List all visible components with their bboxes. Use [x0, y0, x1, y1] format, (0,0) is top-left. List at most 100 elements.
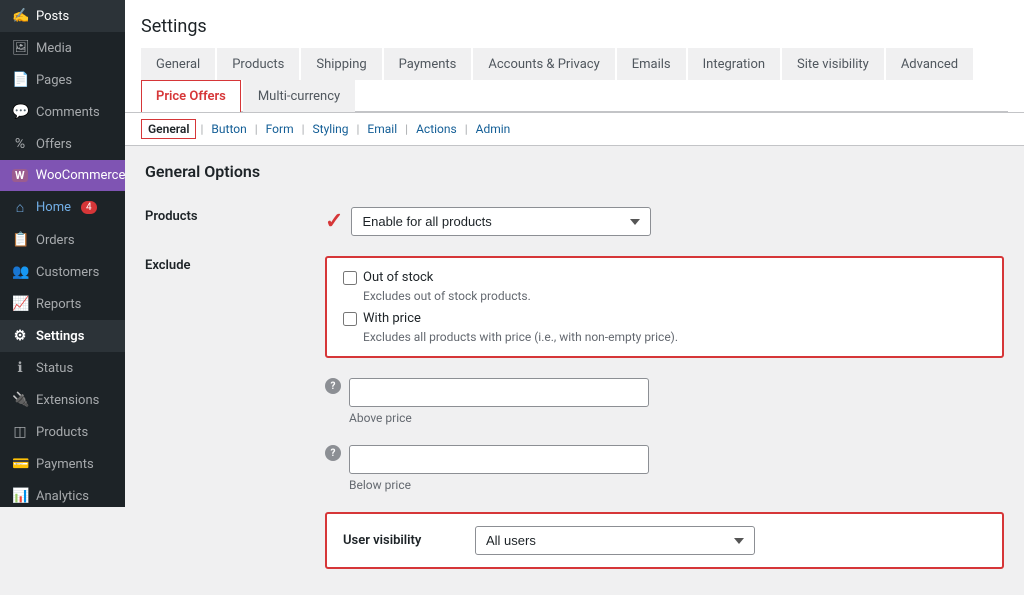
sidebar-item-comments[interactable]: 💬 Comments: [0, 96, 125, 128]
sidebar-item-label: Customers: [36, 265, 99, 280]
with-price-checkbox[interactable]: [343, 312, 357, 326]
sub-tab-actions[interactable]: Actions: [412, 120, 461, 138]
above-price-help-icon[interactable]: ?: [325, 378, 341, 394]
user-visibility-row: User visibility All users Logged in user…: [145, 502, 1004, 579]
sidebar-item-status[interactable]: ℹ Status: [0, 352, 125, 384]
sidebar-item-label: Extensions: [36, 393, 99, 408]
below-price-help-icon[interactable]: ?: [325, 445, 341, 461]
tab-products[interactable]: Products: [217, 48, 299, 80]
above-price-input[interactable]: [349, 378, 649, 407]
user-visibility-box: User visibility All users Logged in user…: [325, 512, 1004, 569]
tab-accounts-privacy[interactable]: Accounts & Privacy: [473, 48, 614, 80]
products-icon: ◫: [12, 424, 28, 440]
exclude-out-of-stock: Out of stock Excludes out of stock produ…: [343, 270, 986, 303]
sidebar-item-woocommerce[interactable]: W WooCommerce: [0, 160, 125, 191]
sidebar-item-customers[interactable]: 👥 Customers: [0, 256, 125, 288]
below-price-field: ? Below price: [325, 445, 1004, 492]
sidebar-item-label: Settings: [36, 329, 84, 344]
products-field-value: ✓ Enable for all products Disable for al…: [325, 207, 1004, 236]
woocommerce-icon: W: [12, 169, 28, 182]
out-of-stock-label[interactable]: Out of stock: [343, 270, 986, 285]
sidebar-item-analytics[interactable]: 📊 Analytics: [0, 480, 125, 507]
sidebar-item-label: Posts: [36, 9, 69, 24]
tab-advanced[interactable]: Advanced: [886, 48, 973, 80]
sidebar-item-media[interactable]: 🖼 Media: [0, 32, 125, 64]
sidebar-item-label: WooCommerce: [36, 168, 125, 183]
out-of-stock-description: Excludes out of stock products.: [343, 289, 986, 303]
checkmark-icon: ✓: [325, 209, 343, 234]
sidebar-item-settings[interactable]: ⚙ Settings: [0, 320, 125, 352]
sidebar-item-label: Media: [36, 41, 72, 56]
sidebar-item-posts[interactable]: ✍ Posts: [0, 0, 125, 32]
sidebar-item-payments[interactable]: 💳 Payments: [0, 448, 125, 480]
media-icon: 🖼: [12, 40, 28, 56]
tab-integration[interactable]: Integration: [688, 48, 780, 80]
tab-payments[interactable]: Payments: [384, 48, 472, 80]
tab-site-visibility[interactable]: Site visibility: [782, 48, 884, 80]
sub-tab-email[interactable]: Email: [363, 120, 401, 138]
sidebar-item-pages[interactable]: 📄 Pages: [0, 64, 125, 96]
tab-multi-currency[interactable]: Multi-currency: [243, 80, 355, 112]
sidebar-item-reports[interactable]: 📈 Reports: [0, 288, 125, 320]
separator-3: |: [302, 122, 305, 136]
below-price-input[interactable]: [349, 445, 649, 474]
comments-icon: 💬: [12, 104, 28, 120]
products-row: Products ✓ Enable for all products Disab…: [145, 197, 1004, 246]
below-price-spacer: [145, 435, 325, 502]
sidebar-item-label: Reports: [36, 297, 81, 312]
section-title: General Options: [145, 162, 1004, 181]
exclude-row: Exclude Out of stock Excludes out of sto…: [145, 246, 1004, 368]
settings-header: Settings General Products Shipping Payme…: [125, 0, 1024, 113]
orders-icon: 📋: [12, 232, 28, 248]
sidebar-item-label: Analytics: [36, 489, 89, 504]
tab-general[interactable]: General: [141, 48, 215, 80]
sidebar-item-label: Payments: [36, 457, 94, 472]
above-price-field: ? Above price: [325, 378, 1004, 425]
main-tab-nav: General Products Shipping Payments Accou…: [141, 47, 1008, 112]
sidebar-item-extensions[interactable]: 🔌 Extensions: [0, 384, 125, 416]
sub-tab-form[interactable]: Form: [262, 120, 298, 138]
sub-tab-styling[interactable]: Styling: [309, 120, 353, 138]
reports-icon: 📈: [12, 296, 28, 312]
sub-tab-admin[interactable]: Admin: [472, 120, 515, 138]
below-price-input-group: Below price: [349, 445, 649, 492]
pages-icon: 📄: [12, 72, 28, 88]
out-of-stock-text: Out of stock: [363, 270, 433, 285]
sidebar-item-offers[interactable]: % Offers: [0, 128, 125, 160]
above-price-row: ? Above price: [145, 368, 1004, 435]
separator-2: |: [255, 122, 258, 136]
sidebar-item-label: Home: [36, 200, 71, 215]
content-area: General Options Products ✓ Enable for al…: [125, 146, 1024, 595]
sub-tab-general[interactable]: General: [141, 119, 196, 139]
status-icon: ℹ: [12, 360, 28, 376]
above-price-input-group: Above price: [349, 378, 649, 425]
tab-shipping[interactable]: Shipping: [301, 48, 381, 80]
exclude-box: Out of stock Excludes out of stock produ…: [325, 256, 1004, 358]
sidebar-item-label: Pages: [36, 73, 72, 88]
sidebar-item-products[interactable]: ◫ Products: [0, 416, 125, 448]
extensions-icon: 🔌: [12, 392, 28, 408]
products-dropdown[interactable]: Enable for all products Disable for all …: [351, 207, 651, 236]
sidebar-item-label: Offers: [36, 137, 72, 152]
with-price-label[interactable]: With price: [343, 311, 986, 326]
tab-emails[interactable]: Emails: [617, 48, 686, 80]
home-badge: 4: [81, 201, 97, 214]
above-price-label: Above price: [349, 411, 649, 425]
main-wrapper: Settings General Products Shipping Payme…: [125, 0, 1024, 507]
user-visibility-dropdown[interactable]: All users Logged in users Logged out use…: [475, 526, 755, 555]
separator-4: |: [356, 122, 359, 136]
sidebar-item-orders[interactable]: 📋 Orders: [0, 224, 125, 256]
above-price-spacer: [145, 368, 325, 435]
sidebar-item-home[interactable]: ⌂ Home 4: [0, 191, 125, 224]
customers-icon: 👥: [12, 264, 28, 280]
with-price-text: With price: [363, 311, 421, 326]
tab-price-offers[interactable]: Price Offers: [141, 80, 241, 112]
below-price-label: Below price: [349, 478, 649, 492]
sub-tab-nav: General | Button | Form | Styling | Emai…: [125, 113, 1024, 146]
home-icon: ⌂: [12, 199, 28, 216]
sub-tab-button[interactable]: Button: [207, 120, 250, 138]
products-field-label: Products: [145, 197, 325, 246]
form-table: Products ✓ Enable for all products Disab…: [145, 197, 1004, 579]
separator-5: |: [405, 122, 408, 136]
out-of-stock-checkbox[interactable]: [343, 271, 357, 285]
